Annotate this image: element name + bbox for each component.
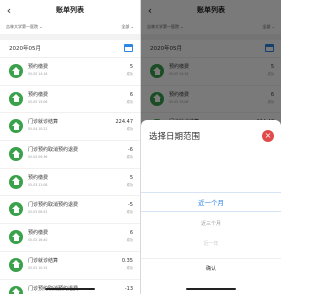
- bill-status: 成功: [126, 210, 133, 215]
- bill-date: 05-02 16:40: [28, 238, 48, 243]
- bill-row[interactable]: 门诊预约取消预约退费05-03 08:52 -5成功: [0, 196, 140, 225]
- bill-amount: 5: [129, 174, 133, 181]
- bill-status: 成功: [126, 127, 133, 132]
- bill-status: 成功: [126, 155, 133, 160]
- bill-date: 05-04 10:22: [28, 127, 48, 132]
- month-label: 2020年05月: [9, 46, 41, 52]
- hospital-selector[interactable]: 吉林大学第一医院 ⌄: [6, 23, 43, 31]
- bill-status: 成功: [126, 265, 133, 270]
- home-indicator: [45, 288, 95, 290]
- bill-status: 成功: [126, 182, 133, 187]
- house-icon: [9, 285, 23, 294]
- bill-amount: -13: [124, 285, 133, 292]
- house-icon: [9, 147, 23, 162]
- option-last-three-months[interactable]: 近三个月: [141, 214, 281, 234]
- bill-date: 05-04 09:36: [28, 155, 48, 160]
- category-selector[interactable]: 全部 ⌄: [121, 23, 134, 31]
- bill-amount: 224.47: [115, 119, 134, 126]
- filter-bar: 吉林大学第一医院 ⌄ 全部 ⌄: [0, 22, 140, 34]
- bill-name: 门诊预约取消预约退费: [28, 202, 79, 209]
- bill-list-screen-with-picker: ‹ 账单列表 吉林大学第一医院 ⌄ 全部 ⌄ 2020年05月 预约缴费05-0…: [141, 0, 281, 294]
- calendar-icon[interactable]: [124, 44, 133, 52]
- bill-date: 05-05 15:06: [28, 99, 48, 104]
- bill-date: 05-05 14:16: [28, 72, 48, 76]
- bill-name: 预约缴费: [28, 91, 49, 98]
- bill-date: 05-02 10:15: [28, 265, 48, 270]
- house-icon: [9, 202, 23, 217]
- bill-amount: 6: [129, 91, 133, 98]
- bill-amount: -5: [128, 202, 133, 209]
- bill-name: 预约缴费: [28, 64, 49, 70]
- page-title: 账单列表: [56, 6, 84, 14]
- header: ‹ 账单列表: [0, 0, 140, 22]
- bill-name: 预约缴费: [28, 174, 49, 181]
- bill-row[interactable]: 预约缴费05-02 16:40 6成功: [0, 224, 140, 252]
- house-icon: [9, 119, 23, 134]
- confirm-button[interactable]: 确认: [141, 258, 281, 278]
- month-header: 2020年05月: [0, 40, 140, 58]
- bill-amount: -6: [128, 147, 133, 154]
- option-last-month[interactable]: 近一个月: [141, 192, 281, 212]
- house-icon: [9, 64, 23, 78]
- bill-name: 门诊就诊结算: [28, 257, 59, 264]
- house-icon: [9, 257, 23, 272]
- bill-name: 门诊预约取消预约退费: [28, 147, 79, 154]
- bill-row[interactable]: 预约缴费 05-05 14:16 5 成功: [0, 58, 140, 86]
- bill-list-screen: ‹ 账单列表 吉林大学第一医院 ⌄ 全部 ⌄ 2020年05月 预约缴费 05-0…: [0, 0, 140, 294]
- house-icon: [9, 230, 23, 245]
- close-icon[interactable]: ×: [262, 130, 274, 142]
- bill-list: 预约缴费05-05 14:165成功预约缴费05-05 15:066成功门诊就诊…: [0, 58, 140, 294]
- bill-status: 成功: [126, 238, 133, 243]
- bill-status: 成功: [126, 72, 133, 76]
- bill-row[interactable]: 预约缴费05-05 15:06 6成功: [0, 86, 140, 114]
- bill-row[interactable]: 门诊就诊结算05-02 10:15 0.35成功: [0, 252, 140, 280]
- bill-status: 成功: [126, 99, 133, 104]
- bill-amount: 6: [129, 230, 133, 237]
- bill-name: 门诊就诊结算: [28, 119, 59, 126]
- option-last-year[interactable]: 近一年: [141, 234, 281, 254]
- bill-date: 05-03 11:08: [28, 182, 48, 187]
- date-range-sheet: 选择日期范围 × 近一个月 近三个月 近一年 确认: [141, 120, 281, 294]
- bill-amount: 5: [129, 64, 133, 70]
- house-icon: [9, 91, 23, 106]
- bill-amount: 0.35: [121, 257, 133, 264]
- bill-row[interactable]: 门诊预约取消预约退费05-04 09:36 -6成功: [0, 141, 140, 169]
- home-indicator: [186, 288, 236, 290]
- bill-row[interactable]: 预约缴费05-03 11:08 5成功: [0, 169, 140, 197]
- bill-name: 预约缴费: [28, 230, 49, 237]
- bill-row[interactable]: 门诊就诊结算05-04 10:22 224.47成功: [0, 113, 140, 142]
- bill-date: 05-03 08:52: [28, 210, 48, 215]
- bill-row[interactable]: 门诊预约取消预约退费05-01 09:20-13成功: [0, 280, 140, 294]
- house-icon: [9, 174, 23, 189]
- sheet-title: 选择日期范围: [149, 132, 201, 142]
